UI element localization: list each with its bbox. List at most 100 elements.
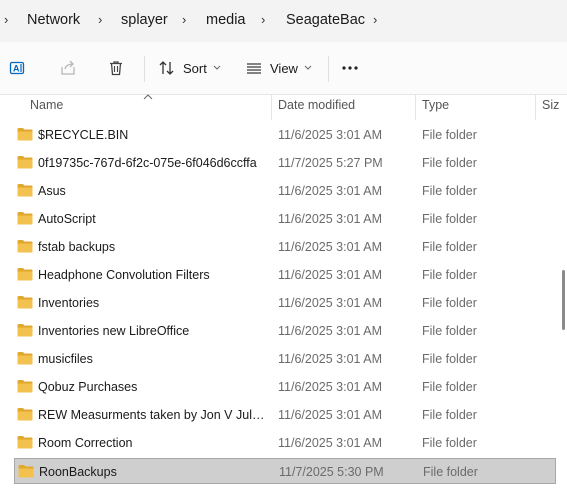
file-date-modified: 11/6/2025 3:01 AM	[278, 128, 383, 142]
file-type: File folder	[422, 380, 477, 394]
folder-icon	[17, 324, 33, 337]
file-row[interactable]: REW Measurments taken by Jon V July 25..…	[14, 402, 556, 428]
file-row[interactable]: Asus 11/6/2025 3:01 AM File folder	[14, 178, 556, 204]
toolbar-divider	[328, 56, 329, 82]
file-type: File folder	[422, 268, 477, 282]
file-name: Room Correction	[38, 436, 133, 450]
file-row[interactable]: AutoScript 11/6/2025 3:01 AM File folder	[14, 206, 556, 232]
more-icon	[342, 66, 358, 70]
file-date-modified: 11/6/2025 3:01 AM	[278, 240, 383, 254]
chevron-right-icon[interactable]: ›	[261, 12, 265, 27]
view-icon	[247, 63, 261, 74]
file-name: AutoScript	[38, 212, 96, 226]
file-name: Inventories new LibreOffice	[38, 324, 190, 338]
chevron-down-icon	[304, 65, 312, 70]
folder-icon	[18, 465, 34, 478]
breadcrumb-item-media[interactable]: media	[206, 12, 246, 28]
breadcrumb-item-splayer[interactable]: splayer	[121, 12, 168, 28]
file-type: File folder	[422, 212, 477, 226]
rename-button[interactable]: A	[9, 42, 31, 94]
column-divider[interactable]	[271, 94, 272, 120]
file-type: File folder	[422, 156, 477, 170]
column-header-date-modified[interactable]: Date modified	[278, 98, 355, 112]
folder-icon	[17, 212, 33, 225]
file-type: File folder	[422, 240, 477, 254]
rename-icon: A	[9, 61, 25, 75]
file-date-modified: 11/7/2025 5:27 PM	[278, 156, 383, 170]
file-row[interactable]: Headphone Convolution Filters 11/6/2025 3…	[14, 262, 556, 288]
folder-icon	[17, 268, 33, 281]
folder-icon	[17, 380, 33, 393]
view-button[interactable]: View	[245, 42, 313, 94]
file-date-modified: 11/6/2025 3:01 AM	[278, 436, 383, 450]
share-icon	[61, 60, 75, 75]
file-type: File folder	[422, 352, 477, 366]
file-type: File folder	[422, 408, 477, 422]
file-row[interactable]: $RECYCLE.BIN 11/6/2025 3:01 AM File folder	[14, 122, 556, 148]
file-date-modified: 11/6/2025 3:01 AM	[278, 184, 383, 198]
file-row[interactable]: 0f19735c-767d-6f2c-075e-6f046d6ccffa 11/7…	[14, 150, 556, 176]
column-header-name[interactable]: Name	[30, 98, 63, 112]
sort-icon	[159, 61, 174, 75]
file-name: Asus	[38, 184, 66, 198]
file-name: $RECYCLE.BIN	[38, 128, 129, 142]
chevron-right-icon[interactable]: ›	[4, 12, 8, 27]
sort-label: Sort	[183, 60, 207, 76]
column-header-row: Name Date modified Type Siz	[0, 94, 567, 120]
column-header-size[interactable]: Siz	[542, 98, 559, 112]
folder-icon	[17, 352, 33, 365]
file-date-modified: 11/6/2025 3:01 AM	[278, 380, 383, 394]
file-name: 0f19735c-767d-6f2c-075e-6f046d6ccffa	[38, 156, 257, 170]
file-name: Headphone Convolution Filters	[38, 268, 210, 282]
column-header-type[interactable]: Type	[422, 98, 449, 112]
file-name: fstab backups	[38, 240, 116, 254]
file-row[interactable]: Room Correction 11/6/2025 3:01 AM File fol…	[14, 430, 556, 456]
trash-icon	[110, 61, 122, 76]
file-date-modified: 11/6/2025 3:01 AM	[278, 352, 383, 366]
file-name: Inventories	[38, 296, 100, 310]
breadcrumb-item-network[interactable]: Network	[27, 12, 80, 28]
file-row[interactable]: Inventories new LibreOffice 11/6/2025 3:0…	[14, 318, 556, 344]
share-button[interactable]	[59, 42, 81, 94]
folder-icon	[17, 240, 33, 253]
file-row[interactable]: Qobuz Purchases 11/6/2025 3:01 AM File fol…	[14, 374, 556, 400]
file-date-modified: 11/6/2025 3:01 AM	[278, 324, 383, 338]
file-date-modified: 11/6/2025 3:01 AM	[278, 212, 383, 226]
file-type: File folder	[422, 128, 477, 142]
file-row[interactable]: fstab backups 11/6/2025 3:01 AM File folde…	[14, 234, 556, 260]
sort-button[interactable]: Sort	[158, 42, 222, 94]
chevron-right-icon[interactable]: ›	[98, 12, 102, 27]
sort-ascending-icon	[143, 94, 153, 100]
delete-button[interactable]	[107, 42, 129, 94]
file-name: REW Measurments taken by Jon V July 25..…	[38, 408, 268, 422]
file-date-modified: 11/7/2025 5:30 PM	[279, 465, 384, 479]
file-type: File folder	[422, 184, 477, 198]
chevron-right-icon[interactable]: ›	[182, 12, 186, 27]
column-divider[interactable]	[415, 94, 416, 120]
column-divider[interactable]	[535, 94, 536, 120]
chevron-down-icon	[213, 65, 221, 70]
svg-text:A: A	[13, 64, 20, 74]
file-name: musicfiles	[38, 352, 93, 366]
file-type: File folder	[422, 296, 477, 310]
folder-icon	[17, 184, 33, 197]
chevron-right-icon[interactable]: ›	[373, 12, 377, 27]
file-type: File folder	[423, 465, 478, 479]
file-type: File folder	[422, 436, 477, 450]
toolbar-divider	[144, 56, 145, 82]
command-bar: A Sort View	[0, 42, 567, 95]
file-date-modified: 11/6/2025 3:01 AM	[278, 296, 383, 310]
file-name: RoonBackups	[39, 465, 117, 479]
file-date-modified: 11/6/2025 3:01 AM	[278, 268, 383, 282]
breadcrumb-item-seagatebac[interactable]: SeagateBac	[286, 12, 365, 28]
breadcrumb: › Network › splayer › media › SeagateBac…	[0, 0, 567, 42]
folder-icon	[17, 156, 33, 169]
more-options-button[interactable]	[341, 42, 363, 94]
view-label: View	[270, 60, 298, 76]
file-name: Qobuz Purchases	[38, 380, 138, 394]
file-row[interactable]: musicfiles 11/6/2025 3:01 AM File folder	[14, 346, 556, 372]
file-row[interactable]: Inventories 11/6/2025 3:01 AM File folder	[14, 290, 556, 316]
folder-icon	[17, 436, 33, 449]
scrollbar[interactable]	[562, 270, 565, 330]
file-row[interactable]: RoonBackups 11/7/2025 5:30 PM File folder	[14, 458, 556, 484]
